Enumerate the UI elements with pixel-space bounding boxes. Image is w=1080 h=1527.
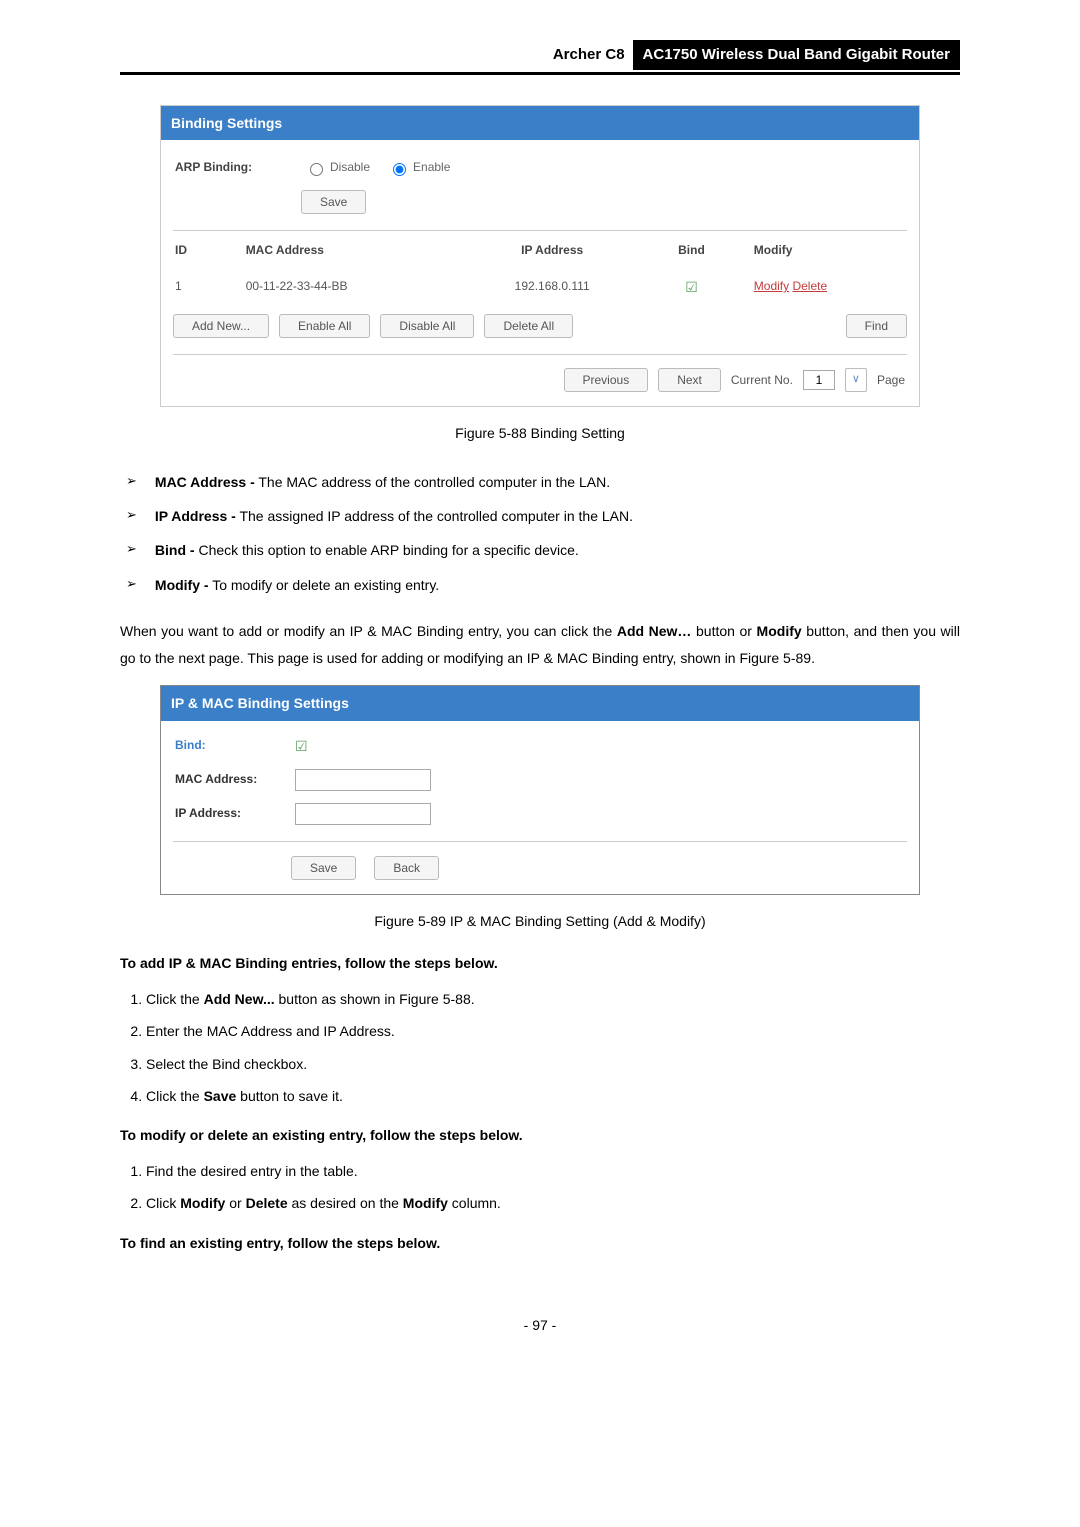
binding-settings-panel: Binding Settings ARP Binding: Disable En… bbox=[160, 105, 920, 407]
cell-id: 1 bbox=[161, 270, 232, 304]
radio-disable[interactable] bbox=[310, 163, 323, 176]
product-label: AC1750 Wireless Dual Band Gigabit Router bbox=[633, 40, 960, 70]
ip-mac-binding-panel: IP & MAC Binding Settings Bind: ☑ MAC Ad… bbox=[160, 685, 920, 895]
enable-all-button[interactable]: Enable All bbox=[279, 314, 370, 338]
figure-89-caption: Figure 5-89 IP & MAC Binding Setting (Ad… bbox=[120, 910, 960, 932]
next-button[interactable]: Next bbox=[658, 368, 721, 392]
bind-checkbox-icon[interactable]: ☑ bbox=[643, 270, 740, 304]
disable-all-button[interactable]: Disable All bbox=[380, 314, 474, 338]
table-row: 1 00-11-22-33-44-BB 192.168.0.111 ☑ Modi… bbox=[161, 270, 919, 304]
col-id: ID bbox=[161, 231, 232, 270]
bind-form-checkbox-icon[interactable]: ☑ bbox=[295, 735, 308, 757]
triangle-bullet-icon: ➢ bbox=[126, 471, 137, 492]
col-modify: Modify bbox=[740, 231, 919, 270]
chevron-down-icon[interactable]: ∨ bbox=[845, 368, 867, 392]
model-label: Archer C8 bbox=[545, 40, 633, 70]
ip-address-input[interactable] bbox=[295, 803, 431, 825]
page-label: Page bbox=[877, 371, 905, 390]
add-new-button[interactable]: Add New... bbox=[173, 314, 269, 338]
save-button-2[interactable]: Save bbox=[291, 856, 356, 880]
page-number: - 97 - bbox=[120, 1314, 960, 1336]
add-steps-list: Click the Add New... button as shown in … bbox=[120, 983, 960, 1113]
arp-binding-label: ARP Binding: bbox=[175, 158, 285, 177]
back-button[interactable]: Back bbox=[374, 856, 439, 880]
panel2-title: IP & MAC Binding Settings bbox=[161, 686, 919, 720]
definition-list: ➢MAC Address - The MAC address of the co… bbox=[120, 465, 960, 603]
mac-address-label: MAC Address: bbox=[175, 770, 275, 789]
current-no-label: Current No. bbox=[731, 371, 793, 390]
radio-enable[interactable] bbox=[393, 163, 406, 176]
col-bind: Bind bbox=[643, 231, 740, 270]
col-ip: IP Address bbox=[461, 231, 643, 270]
cell-ip: 192.168.0.111 bbox=[461, 270, 643, 304]
arp-disable-radio[interactable]: Disable bbox=[305, 158, 370, 177]
find-button[interactable]: Find bbox=[846, 314, 907, 338]
add-entries-heading: To add IP & MAC Binding entries, follow … bbox=[120, 952, 960, 974]
find-entries-heading: To find an existing entry, follow the st… bbox=[120, 1232, 960, 1254]
mac-address-input[interactable] bbox=[295, 769, 431, 791]
save-button[interactable]: Save bbox=[301, 190, 366, 214]
triangle-bullet-icon: ➢ bbox=[126, 539, 137, 560]
delete-all-button[interactable]: Delete All bbox=[484, 314, 573, 338]
modify-link[interactable]: Modify bbox=[754, 279, 789, 293]
doc-header: Archer C8 AC1750 Wireless Dual Band Giga… bbox=[120, 40, 960, 75]
arp-enable-radio[interactable]: Enable bbox=[388, 158, 450, 177]
page-number-input[interactable] bbox=[803, 370, 835, 390]
col-mac: MAC Address bbox=[232, 231, 461, 270]
delete-link[interactable]: Delete bbox=[792, 279, 827, 293]
panel-title: Binding Settings bbox=[161, 106, 919, 140]
previous-button[interactable]: Previous bbox=[564, 368, 649, 392]
modify-entries-heading: To modify or delete an existing entry, f… bbox=[120, 1124, 960, 1146]
figure-88-caption: Figure 5-88 Binding Setting bbox=[120, 422, 960, 444]
ip-address-label: IP Address: bbox=[175, 804, 275, 823]
paragraph-add-modify: When you want to add or modify an IP & M… bbox=[120, 618, 960, 671]
triangle-bullet-icon: ➢ bbox=[126, 574, 137, 595]
modify-steps-list: Find the desired entry in the table. Cli… bbox=[120, 1155, 960, 1220]
triangle-bullet-icon: ➢ bbox=[126, 505, 137, 526]
binding-table: ID MAC Address IP Address Bind Modify 1 … bbox=[161, 231, 919, 305]
bind-label: Bind: bbox=[175, 736, 275, 755]
cell-mac: 00-11-22-33-44-BB bbox=[232, 270, 461, 304]
